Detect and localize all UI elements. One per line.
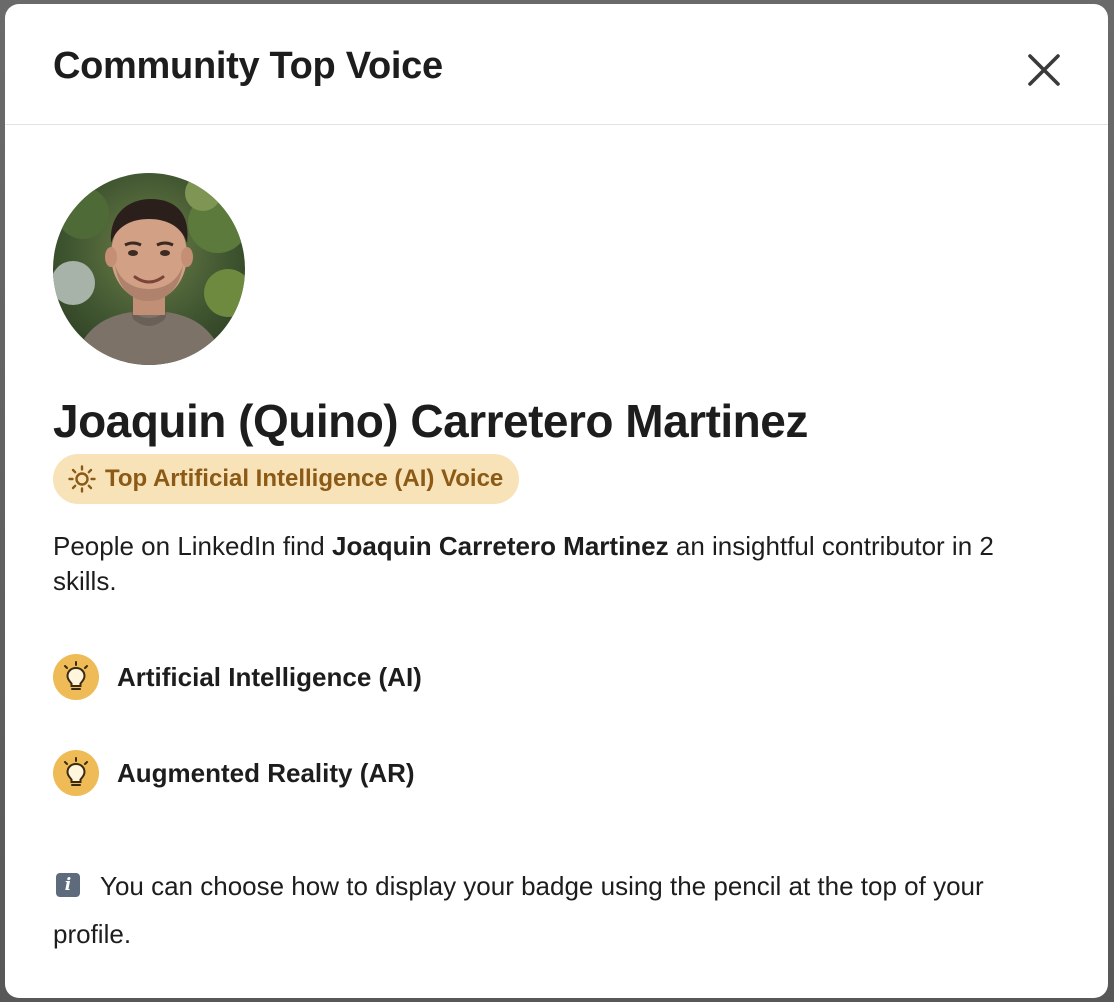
lightbulb-icon	[53, 654, 99, 700]
close-icon	[1028, 54, 1060, 86]
skill-label: Artificial Intelligence (AI)	[117, 661, 422, 692]
info-icon: i	[56, 873, 80, 897]
lightbulb-idea-icon	[68, 465, 96, 493]
dialog-header: Community Top Voice	[5, 4, 1108, 125]
skill-item: Augmented Reality (AR)	[53, 750, 415, 796]
description-text: People on LinkedIn find	[53, 531, 332, 561]
close-button[interactable]	[1020, 46, 1068, 94]
badge-label: Top Artificial Intelligence (AI) Voice	[105, 465, 504, 492]
info-text: You can choose how to display your badge…	[53, 871, 984, 949]
contributor-name: Joaquin Carretero Martinez	[332, 531, 669, 561]
skill-item: Artificial Intelligence (AI)	[53, 654, 422, 700]
top-voice-badge: Top Artificial Intelligence (AI) Voice	[53, 454, 520, 504]
badge-display-info: i You can choose how to display your badg…	[53, 862, 1063, 958]
skill-label: Augmented Reality (AR)	[117, 757, 415, 788]
profile-avatar	[53, 173, 245, 365]
top-voice-dialog: Community Top Voice Joaquin (Quino) Carr…	[5, 4, 1108, 998]
contribution-description: People on LinkedIn find Joaquin Carreter…	[53, 529, 1063, 599]
profile-name: Joaquin (Quino) Carretero Martinez	[53, 395, 808, 447]
lightbulb-icon	[53, 750, 99, 796]
dialog-title: Community Top Voice	[53, 45, 443, 87]
